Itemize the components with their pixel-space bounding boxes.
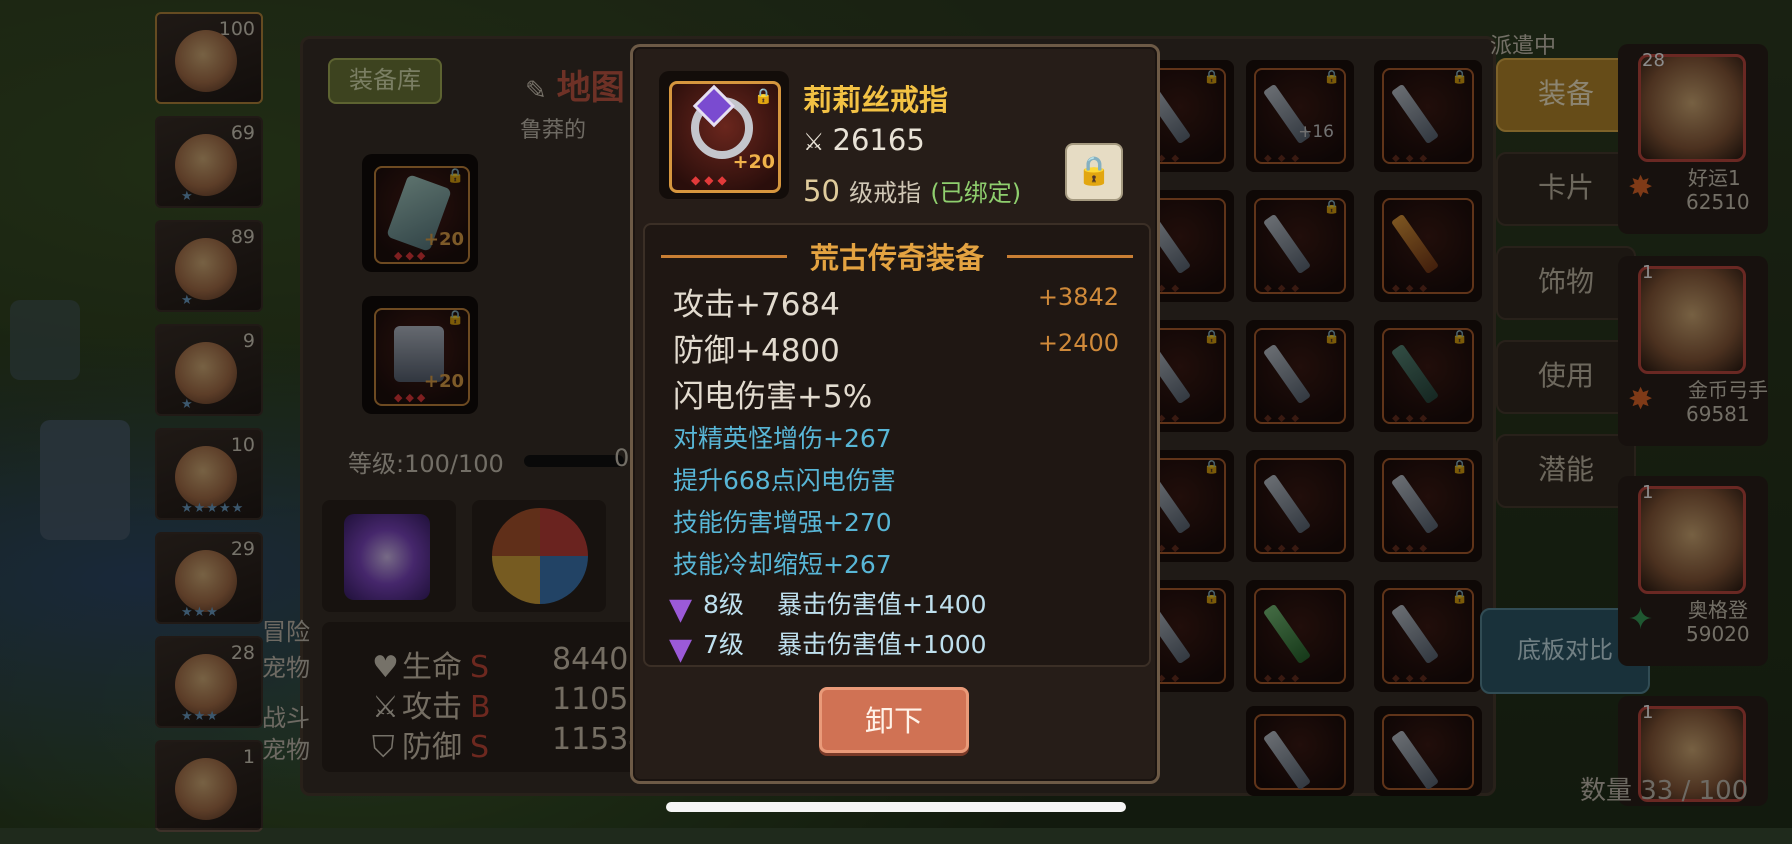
attribute-bonus: +2400 [1037,329,1119,357]
lock-icon: 🔒 [1076,154,1112,187]
main-attribute: 攻击+7684 [673,287,840,323]
gem-sockets: ◆◆◆ [691,173,731,187]
purple-gem-icon: ▼ [669,592,693,627]
bound-status: (已绑定) [930,179,1022,207]
gem-effect: 暴击伤害值+1400 [777,590,987,619]
main-attribute: 防御+4800 [673,333,840,369]
item-power: ⚔ 26165 [803,123,925,157]
item-name: 莉莉丝戒指 [803,83,949,117]
item-attributes-box[interactable]: 荒古传奇装备 攻击+7684 +3842 防御+4800 +2400 闪电伤害+… [643,223,1151,667]
crossed-swords-icon: ⚔ [803,128,825,156]
item-kind: 级戒指 [849,179,922,207]
item-level-line: 50 级戒指 (已绑定) [803,173,1021,208]
lock-toggle-button[interactable]: 🔒 [1065,143,1123,201]
gem-attribute: ▼ 7级 暴击伤害值+1000 [669,625,987,667]
gem-effect: 暴击伤害值+1000 [777,630,987,659]
sub-attribute: 提升668点闪电伤害 [673,466,896,495]
main-attribute: 闪电伤害+5% [673,379,873,415]
power-value: 26165 [832,123,925,157]
item-level-number: 50 [803,174,840,208]
home-indicator[interactable] [666,802,1126,812]
sub-attribute: 技能冷却缩短+267 [673,550,892,579]
attribute-bonus: +3842 [1037,283,1119,311]
gem-attribute: ▼ 8级 暴击伤害值+1400 [669,585,987,627]
purple-gem-icon: ▼ [669,632,693,667]
sub-attribute: 技能伤害增强+270 [673,508,892,537]
gem-level: 7级 [703,630,744,659]
rarity-title: 荒古传奇装备 [809,241,984,275]
sub-attribute: 对精英怪增伤+267 [673,424,892,453]
unequip-button[interactable]: 卸下 [819,687,969,753]
item-detail-modal: 🔒 +20 ◆◆◆ 莉莉丝戒指 ⚔ 26165 50 级戒指 (已绑定) 🔒 荒古… [630,44,1160,784]
gem-level: 8级 [703,590,744,619]
lock-icon: 🔒 [754,87,773,105]
item-icon-frame: 🔒 +20 ◆◆◆ [659,71,789,199]
item-enhance-level: +20 [732,151,775,173]
